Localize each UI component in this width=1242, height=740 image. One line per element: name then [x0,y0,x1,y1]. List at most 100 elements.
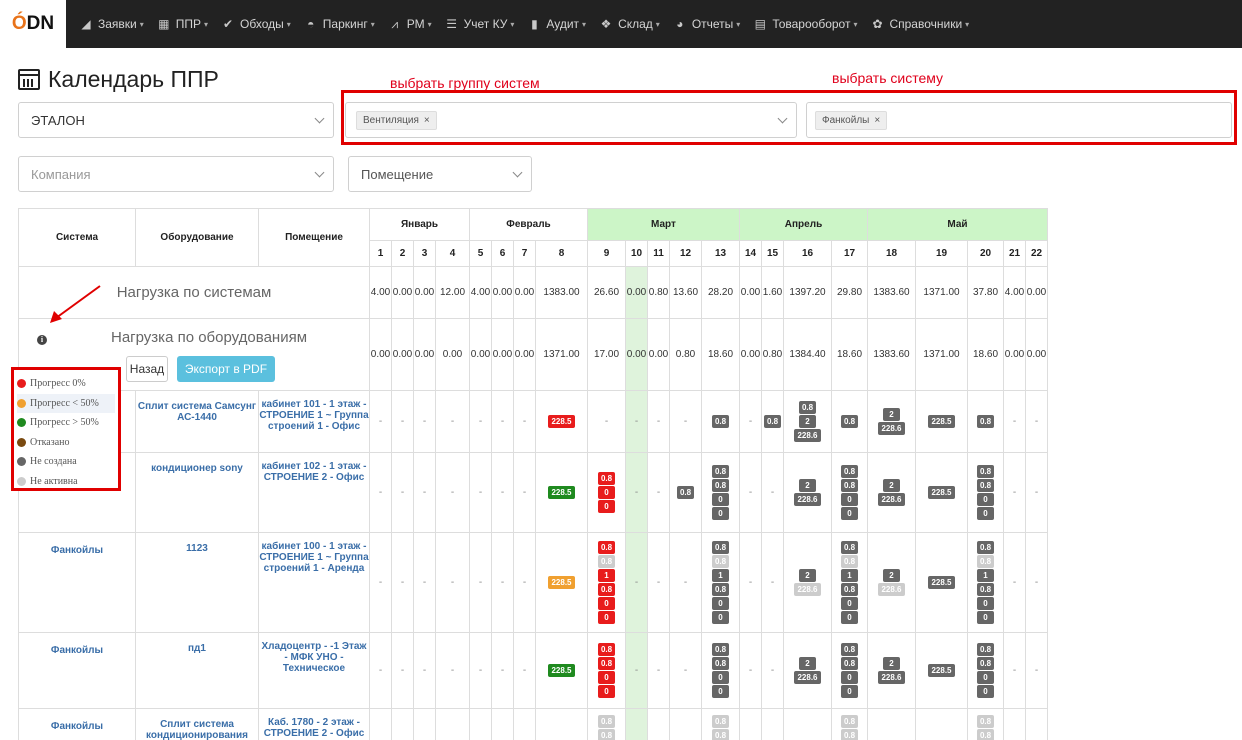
work-badge[interactable]: 0 [712,507,729,520]
menu-ppr[interactable]: ▦ ППР ▾ [157,0,208,48]
work-badge[interactable]: 1 [598,569,615,582]
row-equipment[interactable]: пд1 [135,632,259,709]
object-select[interactable]: ЭТАЛОН [18,102,334,138]
work-badge[interactable]: 0.8 [711,715,730,728]
work-badge[interactable]: 0 [977,597,994,610]
row-equipment[interactable]: Сплит система кондиционирования [135,708,259,740]
menu-audit[interactable]: ▮ Аудит ▾ [527,0,586,48]
work-badge[interactable]: 0 [598,671,615,684]
menu-rounds[interactable]: ✔ Обходы ▾ [221,0,291,48]
work-badge[interactable]: 0.8 [840,715,859,728]
menu-rm[interactable]: ⩘ РМ ▾ [388,0,431,48]
work-badge[interactable]: 0 [598,611,615,624]
work-badge[interactable]: 0.8 [711,583,730,596]
menu-metering[interactable]: ☰ Учет КУ ▾ [445,0,514,48]
work-badge[interactable]: 0.8 [976,415,995,428]
work-badge[interactable]: 0.8 [976,729,995,740]
logo[interactable]: Ó DN [0,0,66,48]
export-pdf-button[interactable]: Экспорт в PDF [177,356,275,382]
work-badge[interactable]: 0.8 [976,465,995,478]
work-badge[interactable]: 0.8 [840,541,859,554]
work-badge[interactable]: 228.6 [794,429,821,442]
work-badge[interactable]: 0.8 [976,583,995,596]
work-badge[interactable]: 228.6 [794,493,821,506]
row-room[interactable]: Каб. 1780 - 2 этаж - СТРОЕНИЕ 2 - Офис [258,708,370,740]
row-room[interactable]: кабинет 101 - 1 этаж - СТРОЕНИЕ 1 ~ Груп… [258,390,370,453]
work-badge[interactable]: 0 [712,493,729,506]
work-badge[interactable]: 0 [841,597,858,610]
work-badge[interactable]: 228.5 [548,415,575,428]
row-room[interactable]: Хладоцентр - -1 Этаж - МФК УНО - Техниче… [258,632,370,709]
work-badge[interactable]: 0.8 [840,729,859,740]
work-badge[interactable]: 0.8 [597,541,616,554]
work-badge[interactable]: 1 [841,569,858,582]
work-badge[interactable]: 0.8 [840,479,859,492]
work-badge[interactable]: 0.8 [597,729,616,740]
work-badge[interactable]: 1 [977,569,994,582]
work-badge[interactable]: 0.8 [840,643,859,656]
menu-warehouse[interactable]: ❖ Склад ▾ [599,0,660,48]
work-badge[interactable]: 0 [977,493,994,506]
row-room[interactable]: кабинет 102 - 1 этаж - СТРОЕНИЕ 2 - Офис [258,452,370,533]
work-badge[interactable]: 0 [977,685,994,698]
work-badge[interactable]: 228.6 [878,493,905,506]
work-badge[interactable]: 0.8 [976,643,995,656]
work-badge[interactable]: 228.6 [794,671,821,684]
work-badge[interactable]: 0.8 [840,415,859,428]
menu-requests[interactable]: ◢ Заявки ▾ [79,0,143,48]
work-badge[interactable]: 0 [977,507,994,520]
work-badge[interactable]: 228.6 [878,422,905,435]
work-badge[interactable]: 0.8 [597,583,616,596]
work-badge[interactable]: 0.8 [711,643,730,656]
work-badge[interactable]: 0.8 [840,657,859,670]
work-badge[interactable]: 0.8 [597,555,616,568]
work-badge[interactable]: 228.6 [878,583,905,596]
work-badge[interactable]: 2 [799,657,816,670]
work-badge[interactable]: 0 [598,486,615,499]
work-badge[interactable]: 0 [598,500,615,513]
back-button[interactable]: Назад [126,356,168,382]
work-badge[interactable]: 1 [712,569,729,582]
work-badge[interactable]: 0 [712,671,729,684]
work-badge[interactable]: 2 [799,415,816,428]
work-badge[interactable]: 0.8 [840,555,859,568]
work-badge[interactable]: 0 [977,611,994,624]
work-badge[interactable]: 0.8 [597,715,616,728]
work-badge[interactable]: 2 [799,479,816,492]
work-badge[interactable]: 0.8 [711,415,730,428]
work-badge[interactable]: 0.8 [597,643,616,656]
work-badge[interactable]: 0.8 [597,472,616,485]
work-badge[interactable]: 0.8 [976,541,995,554]
work-badge[interactable]: 0 [977,671,994,684]
row-system[interactable]: Фанкойлы [18,532,136,633]
work-badge[interactable]: 228.5 [928,415,955,428]
menu-turnover[interactable]: ▤ Товарооборот ▾ [753,0,858,48]
work-badge[interactable]: 0 [841,611,858,624]
work-badge[interactable]: 0.8 [676,486,695,499]
work-badge[interactable]: 0.8 [976,657,995,670]
row-room[interactable]: кабинет 100 - 1 этаж - СТРОЕНИЕ 1 ~ Груп… [258,532,370,633]
work-badge[interactable]: 0.8 [976,555,995,568]
work-badge[interactable]: 0.8 [798,401,817,414]
menu-parking[interactable]: ◓ Паркинг ▾ [304,0,375,48]
work-badge[interactable]: 2 [883,569,900,582]
work-badge[interactable]: 0 [598,685,615,698]
work-badge[interactable]: 0.8 [711,729,730,740]
work-badge[interactable]: 0 [841,507,858,520]
menu-references[interactable]: ✿ Справочники ▾ [870,0,969,48]
work-badge[interactable]: 0 [841,493,858,506]
work-badge[interactable]: 0 [598,597,615,610]
row-equipment[interactable]: кондиционер sony [135,452,259,533]
work-badge[interactable]: 0 [841,685,858,698]
row-system[interactable]: Фанкойлы [18,708,136,740]
work-badge[interactable]: 2 [883,479,900,492]
work-badge[interactable]: 228.5 [548,664,575,677]
menu-reports[interactable]: ◕ Отчеты ▾ [673,0,740,48]
work-badge[interactable]: 0.8 [840,583,859,596]
work-badge[interactable]: 2 [883,408,900,421]
work-badge[interactable]: 228.6 [878,671,905,684]
company-select[interactable]: Компания [18,156,334,192]
work-badge[interactable]: 0.8 [763,415,782,428]
work-badge[interactable]: 228.5 [548,576,575,589]
work-badge[interactable]: 0 [712,597,729,610]
